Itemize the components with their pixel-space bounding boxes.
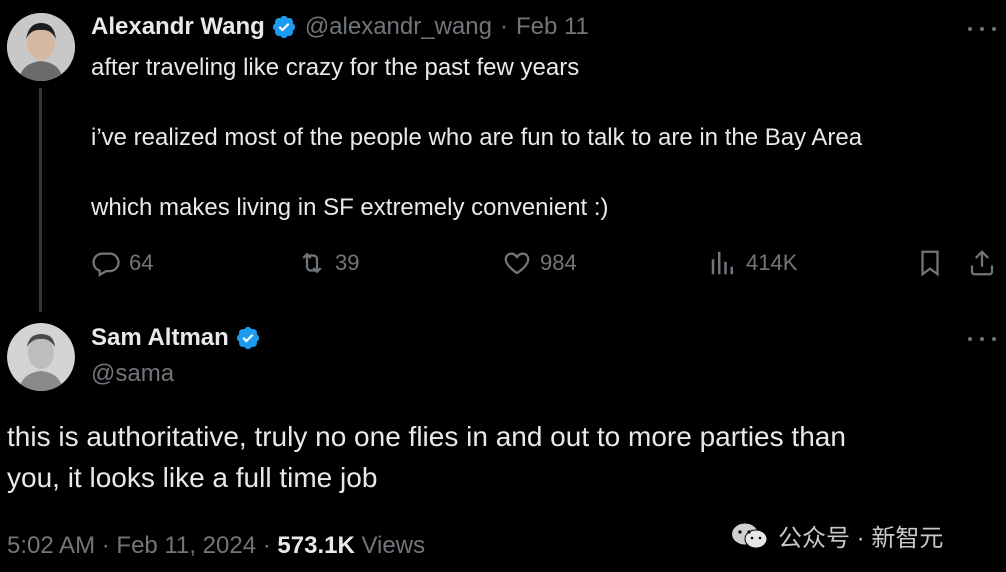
avatar-sama[interactable] — [7, 323, 75, 391]
repost-button[interactable]: 39 — [297, 248, 359, 278]
reply-separator: · — [499, 13, 508, 40]
verified-badge-icon — [236, 326, 259, 350]
reply-tweet-text: after traveling like crazy for the past … — [91, 54, 863, 221]
meta-separator: · — [262, 532, 271, 559]
reply-author-handle[interactable]: @alexandr_wang — [305, 13, 492, 41]
reply-more-button[interactable] — [968, 19, 996, 39]
tweet-views-label: Views — [361, 532, 426, 559]
repost-count: 39 — [335, 250, 360, 275]
avatar-alexandr[interactable] — [7, 13, 75, 81]
wechat-icon — [732, 523, 768, 548]
avatar-alexandr-image — [7, 13, 75, 81]
share-icon — [970, 250, 994, 276]
watermark: 公众号 · 新智元 — [730, 518, 943, 553]
reply-tweet-header: Alexandr Wang @alexandr_wang · Feb 11 — [91, 13, 589, 41]
more-icon-dot — [968, 337, 972, 341]
watermark-text: 公众号 · 新智元 — [778, 525, 944, 552]
like-button[interactable]: 984 — [502, 248, 577, 278]
tweet-views-count: 573.1K — [277, 532, 355, 559]
more-icon-dot — [980, 337, 984, 341]
thread-line — [39, 88, 42, 312]
main-more-button[interactable] — [968, 329, 996, 349]
more-icon-dot — [992, 337, 996, 341]
more-icon-dot — [968, 27, 972, 31]
share-button[interactable] — [967, 248, 1005, 278]
repost-icon — [302, 252, 322, 274]
views-icon — [711, 251, 733, 275]
main-author-name[interactable]: Sam Altman — [91, 324, 229, 352]
like-count: 984 — [540, 250, 577, 275]
views-button[interactable]: 414K — [708, 248, 797, 278]
bookmark-icon — [921, 250, 939, 277]
bookmark-button[interactable] — [915, 248, 953, 278]
reply-icon — [92, 252, 120, 277]
main-tweet-meta: 5:02 AM · Feb 11, 2024 · 573.1K Views — [7, 532, 425, 560]
more-icon-dot — [992, 27, 996, 31]
meta-separator: · — [101, 532, 110, 559]
main-author-handle[interactable]: @sama — [91, 360, 174, 388]
reply-button[interactable]: 64 — [91, 248, 153, 278]
more-icon-dot — [980, 27, 984, 31]
reply-count: 64 — [129, 250, 154, 275]
reply-date[interactable]: Feb 11 — [516, 13, 589, 41]
views-count: 414K — [746, 250, 798, 275]
verified-badge-icon — [272, 15, 295, 39]
main-tweet-text: this is authoritative, truly no one flie… — [7, 421, 846, 493]
like-icon — [504, 252, 530, 275]
tweet-time[interactable]: 5:02 AM — [7, 532, 95, 559]
reply-author-name[interactable]: Alexandr Wang — [91, 13, 265, 41]
avatar-sama-image — [7, 323, 75, 391]
main-tweet-header: Sam Altman — [91, 324, 261, 352]
tweet-date[interactable]: Feb 11, 2024 — [116, 532, 256, 559]
